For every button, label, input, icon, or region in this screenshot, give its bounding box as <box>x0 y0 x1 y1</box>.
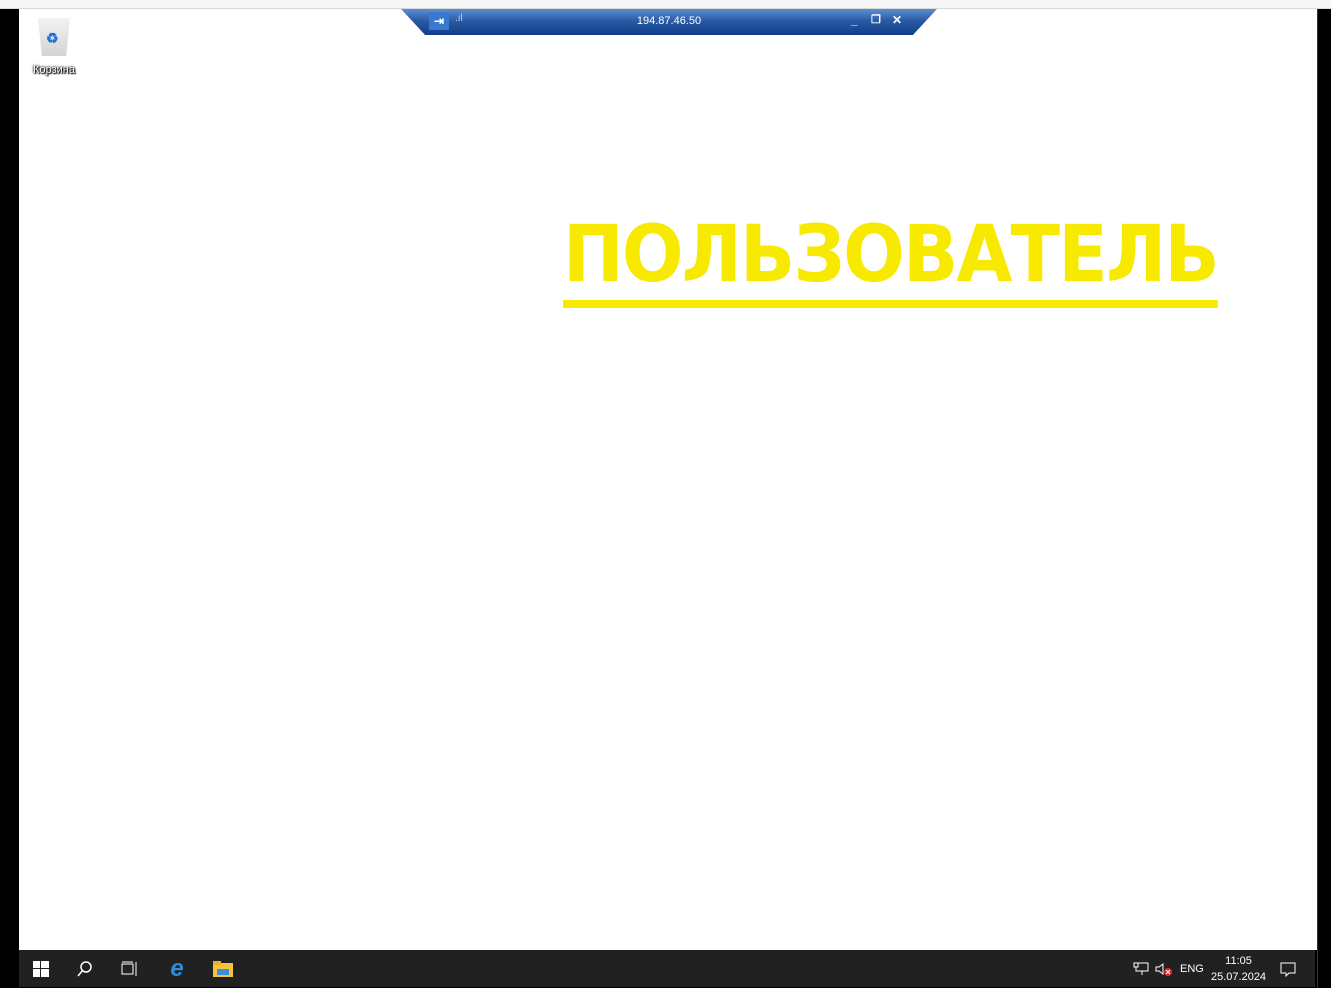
right-border <box>1317 9 1331 988</box>
clock[interactable]: 11:05 25.07.2024 <box>1211 953 1266 985</box>
desktop-icon-recycle-bin[interactable]: ♻ Корзина <box>28 18 80 76</box>
wallpaper-text: ПОЛЬЗОВАТЕЛЬ <box>563 210 1220 308</box>
network-icon[interactable] <box>1133 950 1149 987</box>
search-icon <box>77 960 92 976</box>
desktop <box>19 9 1317 950</box>
task-view-icon <box>121 961 137 976</box>
close-button[interactable]: ✕ <box>892 13 902 27</box>
rdp-connection-bar: ⇥ .ıl 194.87.46.50 _ ❐ ✕ <box>401 9 937 35</box>
recycle-bin-icon: ♻ <box>38 18 70 56</box>
taskbar: e ENG 11:05 25.07.2024 <box>19 950 1315 987</box>
clock-time: 11:05 <box>1225 955 1252 967</box>
windows-icon <box>33 960 49 977</box>
start-button[interactable] <box>19 950 63 987</box>
desktop-icon-label: Корзина <box>33 64 75 76</box>
notifications-icon[interactable] <box>1280 950 1296 987</box>
restore-button[interactable]: ❐ <box>871 13 881 26</box>
minimize-button[interactable]: _ <box>851 13 858 27</box>
volume-muted-icon[interactable] <box>1155 950 1173 987</box>
language-indicator[interactable]: ENG <box>1180 950 1204 987</box>
clock-date: 25.07.2024 <box>1211 971 1267 983</box>
file-explorer-button[interactable] <box>201 950 245 987</box>
search-button[interactable] <box>63 950 107 987</box>
folder-icon <box>213 960 233 977</box>
internet-explorer-icon[interactable]: e <box>155 950 199 987</box>
task-view-button[interactable] <box>108 950 152 987</box>
top-strip <box>0 0 1331 9</box>
